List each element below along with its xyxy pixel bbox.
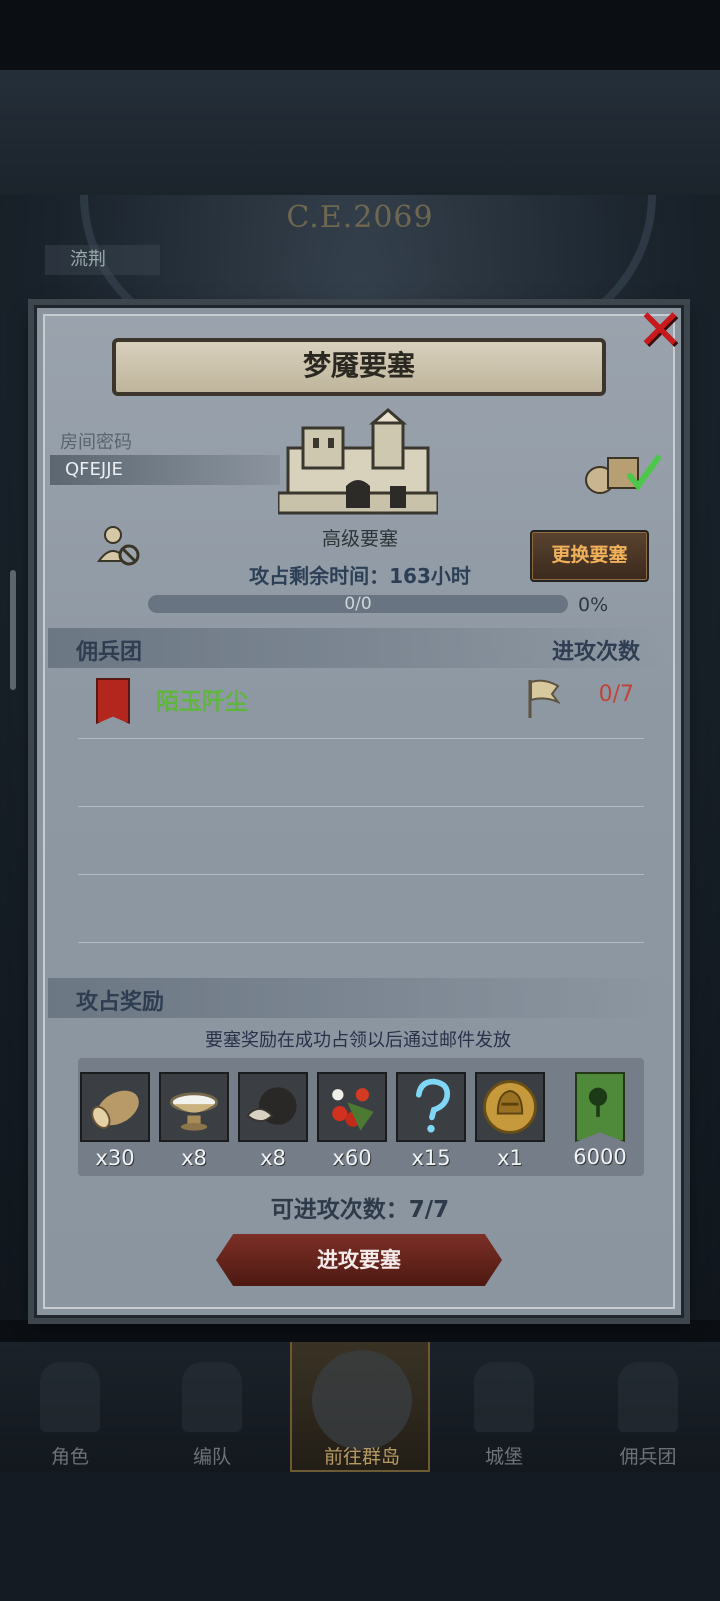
bottom-navigation: 角色 编队 前往群岛 城堡 佣兵团	[0, 1342, 720, 1472]
nav-legion[interactable]: 佣兵团	[578, 1342, 718, 1472]
legion-row[interactable]: 陌玉阡尘 0/7	[78, 670, 644, 739]
attacks-available: 可进攻次数：7/7	[270, 1197, 450, 1223]
reward-item[interactable]: x30	[80, 1072, 150, 1170]
reward-qty: x1	[497, 1146, 523, 1170]
berries-icon	[317, 1072, 387, 1142]
compass-globe-icon	[312, 1350, 412, 1450]
gold-helmet-coin-icon	[475, 1072, 545, 1142]
reward-header: 攻占奖励	[76, 990, 165, 1015]
legion-emblem-icon	[96, 678, 130, 724]
legion-header: 佣兵团	[76, 640, 143, 665]
reward-qty: x30	[95, 1146, 135, 1170]
capture-progress-bar: 0/0	[148, 595, 568, 613]
capture-progress-percent: 0%	[578, 594, 609, 616]
wood-log-icon	[80, 1072, 150, 1142]
nav-legion-label: 佣兵团	[619, 1446, 677, 1468]
empty-legion-row	[78, 874, 644, 943]
reward-item[interactable]: x60	[317, 1072, 387, 1170]
change-fortress-button[interactable]: 更换要塞	[530, 530, 649, 582]
nav-character-label: 角色	[50, 1446, 89, 1468]
milk-bowl-icon	[159, 1072, 229, 1142]
truffle-icon	[238, 1072, 308, 1142]
reward-qty: x8	[260, 1146, 286, 1170]
player-disabled-icon	[97, 526, 140, 566]
legion-banner-icon[interactable]	[575, 1072, 625, 1142]
legion-section-header: 佣兵团 进攻次数	[48, 628, 668, 668]
reward-qty: x8	[181, 1146, 207, 1170]
remaining-time: 攻占剩余时间：163小时	[249, 564, 471, 588]
side-scroll-handle[interactable]	[10, 570, 16, 690]
nav-formation-label: 编队	[192, 1446, 231, 1468]
attack-count-header: 进攻次数	[551, 640, 640, 665]
bottom-safe-area	[0, 1472, 720, 1601]
nav-islands[interactable]: 前往群岛	[290, 1342, 430, 1472]
reward-note: 要塞奖励在成功占领以后通过邮件发放	[205, 1030, 511, 1051]
nav-castle[interactable]: 城堡	[434, 1342, 574, 1472]
reward-qty: 6000	[573, 1145, 627, 1169]
reward-item[interactable]: x8	[238, 1072, 308, 1170]
close-icon[interactable]: ✕	[635, 303, 685, 359]
nav-formation[interactable]: 编队	[142, 1342, 282, 1472]
armor-icon	[182, 1362, 242, 1432]
fortress-level: 高级要塞	[321, 528, 398, 550]
reward-qty: x15	[411, 1146, 451, 1170]
legion-name: 陌玉阡尘	[156, 689, 248, 715]
capture-progress-text: 0/0	[344, 594, 372, 614]
room-code-value: QFEJJE	[50, 455, 280, 485]
dialog-title: 梦魇要塞	[112, 338, 606, 396]
era-label: C.E.2069	[286, 200, 434, 235]
legion-tower-icon	[618, 1362, 678, 1432]
fortress-castle-icon	[278, 408, 438, 515]
mystery-question-icon	[396, 1072, 466, 1142]
nav-castle-label: 城堡	[484, 1446, 523, 1468]
attack-flag-icon	[528, 679, 560, 718]
top-bar-background	[0, 70, 720, 195]
room-code-label: 房间密码	[60, 432, 132, 453]
empty-legion-row	[78, 806, 644, 875]
attack-fortress-button[interactable]: 进攻要塞	[216, 1234, 502, 1286]
reward-item[interactable]: x8	[159, 1072, 229, 1170]
nav-character[interactable]: 角色	[0, 1342, 140, 1472]
supply-bags-icon[interactable]	[582, 448, 662, 496]
legion-attack-count: 0/7	[598, 682, 634, 707]
reward-item[interactable]: x1	[475, 1072, 545, 1170]
hud-location-label: 流荆	[45, 245, 160, 275]
reward-item[interactable]: x15	[396, 1072, 466, 1170]
reward-section-header: 攻占奖励	[48, 978, 668, 1018]
castle-icon	[474, 1362, 534, 1432]
reward-qty: x60	[332, 1146, 372, 1170]
nav-islands-label: 前往群岛	[323, 1446, 400, 1468]
knight-icon	[40, 1362, 100, 1432]
empty-legion-row	[78, 738, 644, 807]
